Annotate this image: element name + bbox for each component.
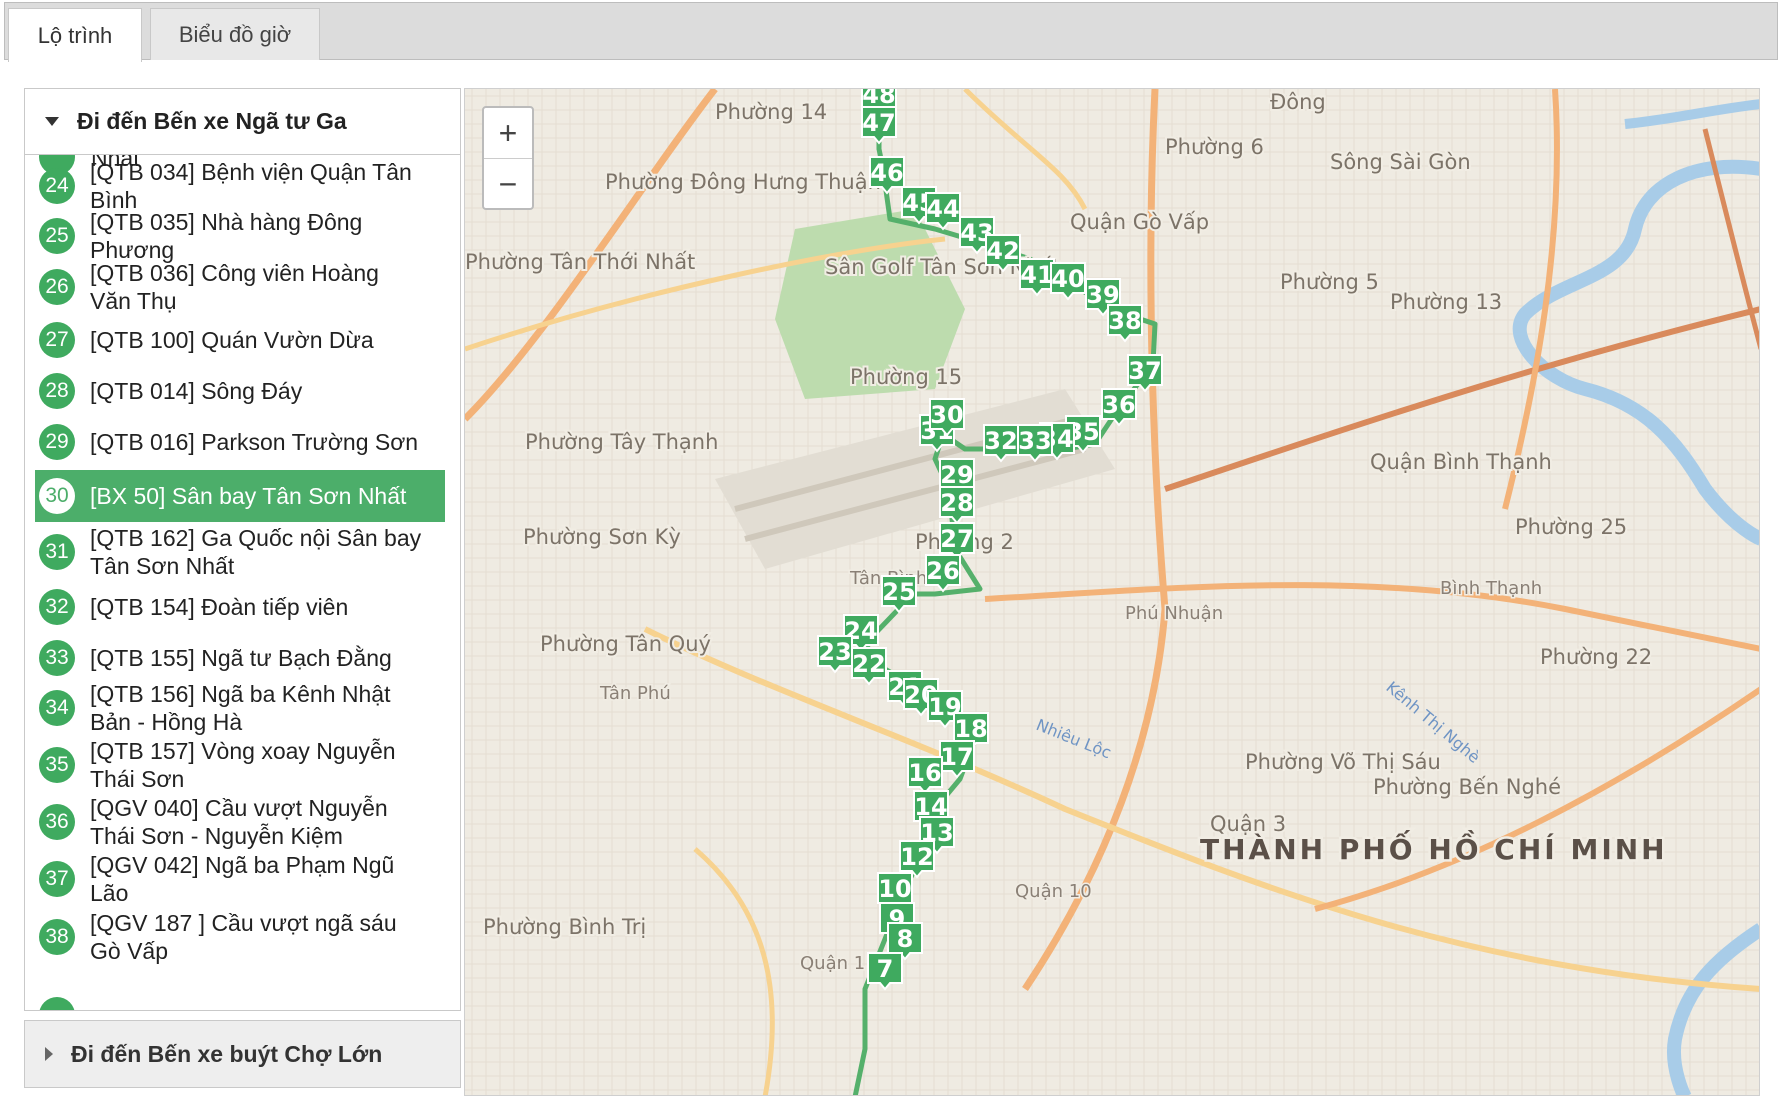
stop-name: [QTB 036] Công viên Hoàng Văn Thụ	[90, 260, 379, 314]
stop-number-badge: 28	[39, 373, 75, 409]
stop-item[interactable]: 36 [QGV 040] Cầu vượt Nguyễn Thái Sơn - N…	[35, 795, 445, 849]
area-label: Phường 22	[1540, 645, 1652, 669]
stop-item[interactable]: 32 [QTB 154] Đoàn tiếp viên	[35, 584, 445, 630]
area-label: Phường 15	[850, 365, 962, 389]
stop-number-badge: 35	[39, 747, 75, 783]
stop-name: [QTB 016] Parkson Trường Sơn	[90, 429, 419, 455]
area-label: Quận Bình Thạnh	[1370, 450, 1552, 474]
area-label: Phường Bến Nghé	[1373, 775, 1561, 799]
stop-item[interactable]: 28 [QTB 014] Sông Đáy	[35, 368, 445, 414]
area-label: Quận Gò Vấp	[1070, 210, 1209, 234]
stop-number-badge: 27	[39, 322, 75, 358]
zoom-in-button[interactable]: +	[484, 108, 532, 159]
stop-number-badge: 26	[39, 269, 75, 305]
stop-number-badge: 25	[39, 218, 75, 254]
area-label: Phường 6	[1165, 135, 1264, 159]
stop-number-badge: 37	[39, 861, 75, 897]
area-label: Phường 13	[1390, 290, 1502, 314]
area-label: Phường 14	[715, 100, 827, 124]
direction-title: Đi đến Bến xe buýt Chợ Lớn	[71, 1040, 383, 1067]
direction-title: Đi đến Bến xe Ngã tư Ga	[77, 108, 347, 134]
stop-name: [QTB 162] Ga Quốc nội Sân bay Tân Sơn Nhấ…	[90, 525, 422, 579]
stop-number-badge	[39, 997, 75, 1010]
caret-right-icon	[45, 1047, 53, 1061]
area-label: Sân Golf Tân Sơn Nhất	[825, 255, 1060, 279]
stop-name: [QTB 035] Nhà hàng Đông Phương	[90, 209, 363, 263]
stop-name: [QGV 187 ] Cầu vượt ngã sáu Gò Vấp	[90, 910, 397, 964]
stop-item[interactable]: 34 [QTB 156] Ngã ba Kênh Nhật Bản - Hồng …	[35, 681, 445, 735]
area-label: Quận 10	[1015, 881, 1092, 902]
stop-item[interactable]: 25 [QTB 035] Nhà hàng Đông Phương	[35, 209, 445, 263]
area-label: Phường Võ Thị Sáu	[1245, 750, 1441, 774]
stop-item[interactable]: 24 [QTB 034] Bệnh viện Quận Tân Bình	[35, 159, 445, 213]
zoom-out-button[interactable]: −	[484, 159, 532, 209]
area-label: Phường 2	[915, 530, 1014, 554]
stop-number-badge: 31	[39, 534, 75, 570]
area-label: Phường Tân Quý	[540, 632, 711, 656]
stop-name: [QGV 040] Cầu vượt Nguyễn Thái Sơn - Nguy…	[90, 795, 388, 849]
stop-name: [QTB 157] Vòng xoay Nguyễn Thái Sơn	[90, 738, 396, 792]
stop-item[interactable]: 26 [QTB 036] Công viên Hoàng Văn Thụ	[35, 260, 445, 314]
route-map[interactable]: Phường 14 Phường Đông Hưng Thuận Đông Ph…	[464, 88, 1760, 1096]
stop-item[interactable]: 35 [QTB 157] Vòng xoay Nguyễn Thái Sơn	[35, 738, 445, 792]
stop-item[interactable]: 37 [QGV 042] Ngã ba Phạm Ngũ Lão	[35, 852, 445, 906]
stop-number-badge: 29	[39, 424, 75, 460]
area-label: Phường 25	[1515, 515, 1627, 539]
area-label: Phường Sơn Kỳ	[523, 525, 681, 549]
direction-header-open[interactable]: Đi đến Bến xe Ngã tư Ga	[24, 88, 461, 155]
stop-name: [QTB 156] Ngã ba Kênh Nhật Bản - Hồng Hà	[90, 681, 391, 735]
tab-schedule[interactable]: Biểu đồ giờ	[150, 8, 320, 60]
area-label: Phường Đông Hưng Thuận	[605, 170, 881, 194]
area-label: Sông Sài Gòn	[1330, 150, 1471, 174]
stop-number-badge: 33	[39, 640, 75, 676]
zoom-control: + −	[482, 106, 534, 210]
stop-name: [QTB 034] Bệnh viện Quận Tân Bình	[90, 159, 412, 213]
stop-sidebar: Đi đến Bến xe Ngã tư Ga Nhất 24 [QTB 034…	[24, 88, 461, 1088]
direction-header-closed[interactable]: Đi đến Bến xe buýt Chợ Lớn	[24, 1020, 461, 1088]
stop-number-badge: 24	[39, 168, 75, 204]
area-label: Tân Phú	[599, 683, 671, 704]
stop-item-selected[interactable]: 30 [BX 50] Sân bay Tân Sơn Nhất	[35, 470, 445, 522]
area-label: Phường Tây Thạnh	[525, 430, 718, 454]
caret-down-icon	[45, 117, 59, 126]
stop-item[interactable]: 31 [QTB 162] Ga Quốc nội Sân bay Tân Sơn …	[35, 525, 445, 579]
area-label: Phường 5	[1280, 270, 1379, 294]
stop-name: [QTB 014] Sông Đáy	[90, 378, 303, 404]
stop-number-badge: 30	[39, 478, 75, 514]
stop-item[interactable]: 33 [QTB 155] Ngã tư Bạch Đằng	[35, 635, 445, 681]
city-label: THÀNH PHỐ HỒ CHÍ MINH	[1200, 828, 1668, 866]
tab-route[interactable]: Lộ trình	[8, 8, 142, 62]
area-label: Phường Tân Thới Nhất	[465, 250, 695, 274]
stop-number-badge: 32	[39, 589, 75, 625]
stop-item[interactable]: 27 [QTB 100] Quán Vườn Dừa	[35, 317, 445, 363]
stop-name: [QTB 154] Đoàn tiếp viên	[90, 594, 349, 620]
stop-item[interactable]: 38 [QGV 187 ] Cầu vượt ngã sáu Gò Vấp	[35, 910, 445, 964]
stop-list[interactable]: Nhất 24 [QTB 034] Bệnh viện Quận Tân Bình…	[24, 155, 461, 1011]
area-label: Bình Thạnh	[1440, 578, 1542, 599]
area-label: Phú Nhuận	[1125, 603, 1223, 624]
stop-name: [QTB 100] Quán Vườn Dừa	[90, 327, 374, 353]
area-label: Phường Bình Trị	[483, 915, 646, 939]
area-label: Quận 11	[800, 953, 877, 974]
map-canvas: Phường 14 Phường Đông Hưng Thuận Đông Ph…	[465, 89, 1759, 1095]
stop-name: [QGV 042] Ngã ba Phạm Ngũ Lão	[90, 852, 395, 906]
stop-number-badge: 36	[39, 804, 75, 840]
stop-number-badge: 38	[39, 919, 75, 955]
stop-number-badge: 34	[39, 690, 75, 726]
stop-name: [BX 50] Sân bay Tân Sơn Nhất	[90, 483, 407, 509]
stop-name: [QTB 155] Ngã tư Bạch Đằng	[90, 645, 392, 671]
area-label: Đông	[1270, 90, 1326, 114]
area-label: Tân Bình	[849, 568, 927, 589]
stop-item[interactable]: 29 [QTB 016] Parkson Trường Sơn	[35, 419, 445, 465]
